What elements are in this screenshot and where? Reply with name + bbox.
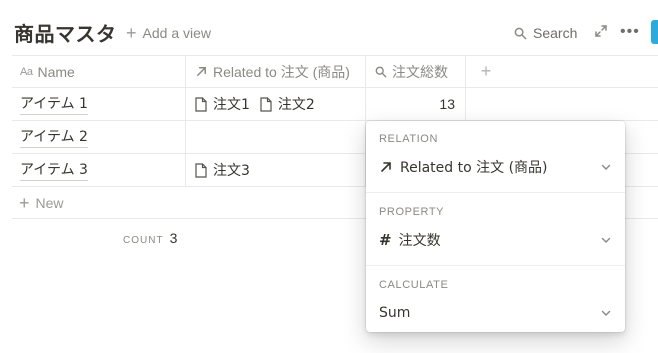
add-view-button[interactable]: + Add a view bbox=[126, 23, 211, 43]
plus-icon: + bbox=[126, 23, 137, 43]
total-value: 13 bbox=[439, 96, 455, 112]
related-page-chip[interactable]: 注文3 bbox=[195, 160, 250, 180]
column-header-related[interactable]: Related to 注文 (商品) bbox=[186, 56, 366, 87]
row-name: アイテム 1 bbox=[20, 93, 88, 115]
related-page-label: 注文2 bbox=[277, 97, 315, 113]
plus-icon: + bbox=[19, 192, 30, 213]
text-aa-icon: Aa bbox=[20, 65, 33, 78]
page-icon bbox=[195, 162, 207, 178]
row-name: アイテム 3 bbox=[20, 159, 88, 181]
count-aggregation[interactable]: COUNT 3 bbox=[123, 230, 177, 246]
column-header-total[interactable]: 注文総数 bbox=[366, 56, 466, 87]
page-title: 商品マスタ bbox=[14, 22, 117, 46]
rollup-config-popover: RELATION Related to 注文 (商品) PROPERTY # 注… bbox=[366, 121, 625, 332]
new-button[interactable] bbox=[651, 20, 658, 44]
page-icon bbox=[195, 96, 207, 112]
relation-select[interactable]: Related to 注文 (商品) bbox=[366, 153, 625, 181]
column-header-label: 注文総数 bbox=[392, 63, 448, 80]
count-label: COUNT bbox=[123, 235, 164, 246]
related-cell[interactable]: 注文3 bbox=[186, 154, 366, 186]
expand-icon[interactable] bbox=[594, 24, 608, 38]
property-value: 注文数 bbox=[398, 233, 441, 249]
chevron-down-icon bbox=[601, 310, 611, 316]
calculate-select[interactable]: Sum bbox=[366, 299, 625, 327]
search-button[interactable]: Search bbox=[514, 23, 577, 43]
column-header-label: Name bbox=[37, 63, 75, 80]
property-section-label: PROPERTY bbox=[379, 206, 445, 218]
table-row[interactable]: アイテム 1 注文1 注文2 13 bbox=[12, 88, 658, 121]
more-options-icon[interactable]: ••• bbox=[620, 23, 640, 41]
chevron-down-icon bbox=[601, 237, 611, 243]
related-cell[interactable]: 注文1 注文2 bbox=[186, 88, 366, 120]
count-value: 3 bbox=[169, 230, 178, 246]
row-name: アイテム 2 bbox=[20, 126, 88, 148]
add-view-label: Add a view bbox=[142, 25, 211, 41]
related-page-label: 注文3 bbox=[213, 163, 250, 179]
arrow-up-right-icon bbox=[381, 162, 391, 172]
search-icon bbox=[514, 27, 527, 39]
total-cell[interactable]: 13 bbox=[366, 88, 466, 120]
name-cell[interactable]: アイテム 3 bbox=[12, 154, 186, 186]
relation-value: Related to 注文 (商品) bbox=[400, 160, 548, 176]
name-cell[interactable]: アイテム 2 bbox=[12, 121, 186, 153]
search-icon bbox=[375, 66, 387, 77]
related-cell[interactable] bbox=[186, 121, 366, 153]
search-label: Search bbox=[533, 25, 578, 41]
arrow-up-right-icon bbox=[197, 67, 206, 76]
calculate-section-label: CALCULATE bbox=[379, 279, 449, 291]
name-cell[interactable]: アイテム 1 bbox=[12, 88, 186, 120]
hash-icon: # bbox=[379, 231, 392, 249]
plus-icon: + bbox=[480, 61, 492, 81]
column-header-label: Related to 注文 (商品) bbox=[213, 63, 350, 80]
relation-section-label: RELATION bbox=[379, 133, 438, 145]
divider bbox=[366, 265, 625, 266]
page-icon bbox=[260, 96, 272, 112]
chevron-down-icon bbox=[601, 164, 611, 170]
column-header-name[interactable]: Aa Name bbox=[12, 56, 186, 87]
new-row-label: New bbox=[35, 194, 64, 211]
related-page-chip[interactable]: 注文1 bbox=[195, 94, 250, 114]
add-column-button[interactable]: + bbox=[466, 56, 506, 87]
related-page-chip[interactable]: 注文2 bbox=[260, 94, 315, 114]
table-header-row: Aa Name Related to 注文 (商品) 注文総数 + bbox=[12, 55, 658, 88]
property-select[interactable]: # 注文数 bbox=[366, 226, 625, 254]
divider bbox=[366, 192, 625, 193]
calculate-value: Sum bbox=[379, 305, 411, 321]
related-page-label: 注文1 bbox=[213, 97, 250, 113]
